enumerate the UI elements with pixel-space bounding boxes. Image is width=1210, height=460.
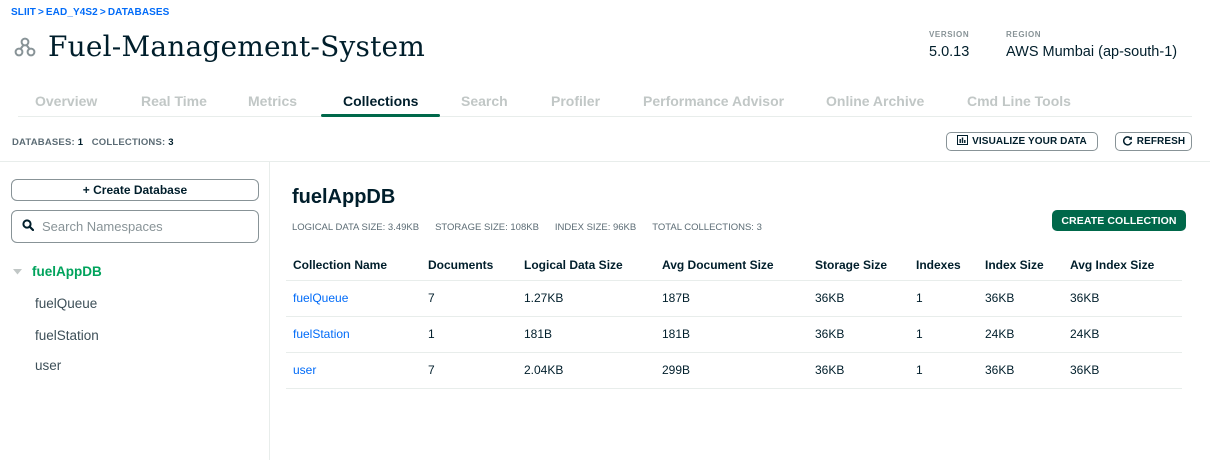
collection-link[interactable]: fuelQueue (286, 280, 421, 317)
breadcrumb-org[interactable]: SLIIT (11, 7, 36, 18)
table-cell: 181B (655, 316, 808, 353)
table-cell: 1 (909, 280, 978, 317)
breadcrumb-project[interactable]: EAD_Y4S2 (46, 7, 98, 18)
table-cell: 24KB (978, 316, 1063, 353)
logical-data-size: LOGICAL DATA SIZE: 3.49KB (292, 222, 420, 233)
version-value: 5.0.13 (929, 44, 970, 60)
breadcrumb-page[interactable]: DATABASES (108, 7, 170, 18)
refresh-icon (1122, 135, 1133, 149)
tab-search[interactable]: Search (461, 93, 508, 109)
active-tab-indicator (321, 114, 440, 117)
column-header[interactable]: Documents (421, 250, 517, 281)
table-cell: 1 (421, 316, 517, 353)
create-database-button[interactable]: + Create Database (11, 179, 259, 201)
bar-chart-icon (957, 135, 969, 148)
sidebar-item-fuelstation[interactable]: fuelStation (35, 328, 99, 343)
refresh-button[interactable]: REFRESH (1115, 132, 1192, 151)
total-collections: TOTAL COLLECTIONS: 3 (652, 222, 762, 233)
table-cell: 36KB (978, 280, 1063, 317)
table-cell: 36KB (808, 352, 909, 389)
tab-overview[interactable]: Overview (35, 93, 97, 109)
column-header[interactable]: Indexes (909, 250, 978, 281)
table-cell: 1 (909, 316, 978, 353)
databases-label: DATABASES: (12, 137, 75, 148)
column-header[interactable]: Avg Index Size (1063, 250, 1182, 281)
tab-bar: Overview Real Time Metrics Collections S… (18, 85, 1192, 117)
table-cell: 181B (517, 316, 655, 353)
version-info: VERSION 5.0.13 (929, 30, 969, 60)
collection-link[interactable]: user (286, 352, 421, 389)
database-title: fuelAppDB (292, 186, 396, 208)
page-title: Fuel-Management-System (48, 30, 426, 63)
namespace-search (11, 210, 259, 243)
column-header[interactable]: Storage Size (808, 250, 909, 281)
sidebar-item-fuelqueue[interactable]: fuelQueue (35, 296, 97, 311)
storage-size: STORAGE SIZE: 108KB (435, 222, 539, 233)
tab-online-archive[interactable]: Online Archive (826, 93, 924, 109)
collections-table: Collection Name Documents Logical Data S… (286, 250, 1182, 389)
collections-label: COLLECTIONS: (91, 137, 166, 148)
create-collection-button[interactable]: CREATE COLLECTION (1052, 210, 1186, 231)
database-summary: DATABASES: 1 COLLECTIONS: 3 (12, 137, 174, 148)
index-size: INDEX SIZE: 96KB (554, 222, 637, 233)
sidebar-divider (269, 162, 270, 460)
column-header[interactable]: Logical Data Size (517, 250, 655, 281)
table-cell: 1 (909, 352, 978, 389)
table-cell: 24KB (1063, 316, 1182, 353)
table-cell: 7 (421, 280, 517, 317)
tab-metrics[interactable]: Metrics (248, 93, 297, 109)
tab-cmd-line-tools[interactable]: Cmd Line Tools (967, 93, 1071, 109)
cluster-header: Fuel-Management-System (12, 30, 425, 63)
database-name: fuelAppDB (32, 263, 102, 279)
database-stats: LOGICAL DATA SIZE: 3.49KB STORAGE SIZE: … (292, 222, 762, 233)
region-label: REGION (1006, 30, 1042, 39)
table-row: fuelQueue 7 1.27KB 187B 36KB 1 36KB 36KB (286, 280, 1182, 317)
table-cell: 2.04KB (517, 352, 655, 389)
collection-link[interactable]: fuelStation (286, 316, 421, 353)
search-input[interactable] (42, 219, 242, 234)
table-header-row: Collection Name Documents Logical Data S… (286, 250, 1182, 281)
tab-collections[interactable]: Collections (343, 93, 418, 109)
cluster-icon (12, 34, 38, 60)
table-cell: 36KB (1063, 352, 1182, 389)
region-value: AWS Mumbai (ap-south-1) (1006, 44, 1178, 60)
table-cell: 36KB (808, 280, 909, 317)
tab-real-time[interactable]: Real Time (141, 93, 207, 109)
refresh-label: REFRESH (1136, 136, 1186, 147)
visualize-label: VISUALIZE YOUR DATA (972, 136, 1087, 147)
table-cell: 7 (421, 352, 517, 389)
column-header[interactable]: Avg Document Size (655, 250, 808, 281)
databases-count: 1 (77, 137, 84, 148)
tab-profiler[interactable]: Profiler (551, 93, 600, 109)
sidebar-item-fuelappdb[interactable]: fuelAppDB (13, 262, 102, 280)
column-header[interactable]: Index Size (978, 250, 1063, 281)
table-row: user 7 2.04KB 299B 36KB 1 36KB 36KB (286, 352, 1182, 389)
table-cell: 36KB (978, 352, 1063, 389)
column-header[interactable]: Collection Name (286, 250, 421, 281)
table-cell: 36KB (1063, 280, 1182, 317)
caret-down-icon (13, 262, 22, 280)
breadcrumb: SLIIT > EAD_Y4S2 > DATABASES (11, 7, 169, 18)
table-cell: 1.27KB (517, 280, 655, 317)
breadcrumb-separator: > (99, 7, 106, 18)
table-row: fuelStation 1 181B 181B 36KB 1 24KB 24KB (286, 316, 1182, 353)
search-icon (22, 218, 35, 236)
breadcrumb-separator: > (37, 7, 44, 18)
visualize-data-button[interactable]: VISUALIZE YOUR DATA (946, 132, 1098, 151)
table-cell: 299B (655, 352, 808, 389)
collections-count: 3 (168, 137, 174, 148)
version-label: VERSION (929, 30, 970, 39)
region-info: REGION AWS Mumbai (ap-south-1) (1006, 30, 1177, 60)
table-cell: 187B (655, 280, 808, 317)
divider (0, 161, 1210, 162)
tab-performance-advisor[interactable]: Performance Advisor (643, 93, 784, 109)
sidebar-item-user[interactable]: user (35, 358, 61, 373)
table-cell: 36KB (808, 316, 909, 353)
